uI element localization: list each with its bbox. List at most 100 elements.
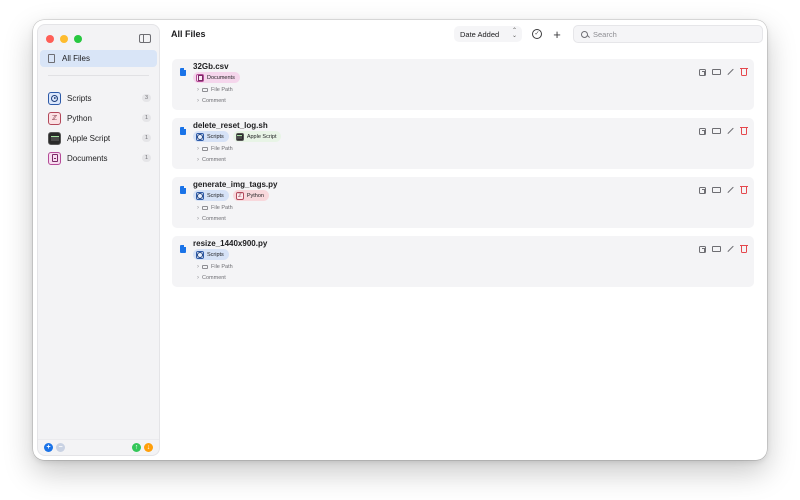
- count-badge: 3: [141, 94, 151, 102]
- search-icon: [581, 30, 588, 38]
- comment-label: Comment: [202, 98, 226, 104]
- documents-icon: [48, 151, 61, 165]
- tag-label: Apple Script: [246, 133, 277, 140]
- chevron-right-icon: ›: [197, 157, 199, 163]
- tag-label: Python: [246, 192, 264, 199]
- minimize-window-button[interactable]: [60, 35, 68, 43]
- file-actions: [699, 244, 748, 253]
- sort-dropdown[interactable]: Date Added ⌃ ⌄: [454, 26, 522, 42]
- comment-label: Comment: [202, 216, 226, 222]
- sidebar-item-label: Documents: [67, 153, 108, 163]
- folder-icon: [202, 146, 208, 152]
- file-path-disclosure[interactable]: › File Path: [197, 146, 233, 152]
- comment-disclosure[interactable]: › Comment: [197, 157, 226, 163]
- file-path-label: File Path: [211, 87, 233, 93]
- tag-row: Documents: [193, 72, 240, 83]
- file-card[interactable]: delete_reset_log.sh Scripts Apple Script…: [172, 118, 754, 169]
- reveal-folder-icon[interactable]: [712, 186, 721, 194]
- file-name: resize_1440x900.py: [193, 239, 268, 248]
- tag-row: Scripts ℤ Python: [193, 190, 269, 201]
- window-controls: [46, 35, 82, 43]
- tag-apple-script[interactable]: Apple Script: [232, 131, 282, 142]
- reveal-folder-icon[interactable]: [712, 68, 721, 76]
- scripts-icon: [48, 91, 61, 105]
- file-path-disclosure[interactable]: › File Path: [197, 205, 233, 211]
- file-path-disclosure[interactable]: › File Path: [197, 264, 233, 270]
- scripts-icon: [196, 250, 204, 259]
- sidebar-item-label: Scripts: [67, 93, 92, 103]
- trash-icon[interactable]: [740, 244, 748, 253]
- document-icon: [180, 186, 186, 194]
- upload-button[interactable]: ↑: [132, 443, 141, 452]
- trash-icon[interactable]: [740, 67, 748, 76]
- reveal-folder-icon[interactable]: [712, 127, 721, 135]
- sidebar-footer: + − ↑ ↓: [38, 439, 159, 455]
- page-title: All Files: [171, 29, 206, 39]
- up-down-chevron-icon: ⌃ ⌄: [511, 28, 517, 39]
- edit-pencil-icon[interactable]: [727, 68, 735, 76]
- close-window-button[interactable]: [46, 35, 54, 43]
- files-icon: [48, 54, 55, 63]
- sidebar-item-scripts[interactable]: Scripts 3: [40, 88, 157, 108]
- open-external-icon[interactable]: [699, 186, 706, 194]
- reveal-folder-icon[interactable]: [712, 245, 721, 253]
- sidebar: All Files Scripts 3 ℤ Python 1 Apple Scr…: [37, 24, 160, 456]
- tag-scripts[interactable]: Scripts: [193, 249, 229, 260]
- sort-dropdown-label: Date Added: [460, 29, 500, 39]
- tag-documents[interactable]: Documents: [193, 72, 240, 83]
- file-card[interactable]: resize_1440x900.py Scripts › File Path ›…: [172, 236, 754, 287]
- sidebar-toggle-icon[interactable]: [139, 34, 151, 43]
- comment-disclosure[interactable]: › Comment: [197, 275, 226, 281]
- search-field[interactable]: [573, 25, 763, 43]
- tag-scripts[interactable]: Scripts: [193, 190, 229, 201]
- tag-label: Documents: [207, 74, 235, 81]
- file-card[interactable]: 32Gb.csv Documents › File Path › Comment: [172, 59, 754, 110]
- python-icon: ℤ: [235, 191, 244, 200]
- sidebar-item-label: All Files: [62, 54, 91, 63]
- open-external-icon[interactable]: [699, 245, 706, 253]
- file-path-label: File Path: [211, 205, 233, 211]
- open-external-icon[interactable]: [699, 68, 706, 76]
- zoom-window-button[interactable]: [74, 35, 82, 43]
- comment-disclosure[interactable]: › Comment: [197, 216, 226, 222]
- folder-icon: [202, 205, 208, 211]
- open-external-icon[interactable]: [699, 127, 706, 135]
- tag-label: Scripts: [207, 192, 224, 199]
- comment-label: Comment: [202, 275, 226, 281]
- tag-row: Scripts Apple Script: [193, 131, 282, 142]
- tag-scripts[interactable]: Scripts: [193, 131, 229, 142]
- sidebar-item-python[interactable]: ℤ Python 1: [40, 108, 157, 128]
- folder-icon: [202, 264, 208, 270]
- file-path-label: File Path: [211, 264, 233, 270]
- document-icon: [180, 68, 186, 76]
- documents-icon: [196, 73, 204, 82]
- tag-row: Scripts: [193, 249, 229, 260]
- count-badge: 1: [141, 134, 151, 142]
- file-actions: [699, 67, 748, 76]
- sidebar-item-all-files[interactable]: All Files: [40, 50, 157, 67]
- add-file-button[interactable]: +: [549, 26, 565, 42]
- apple-script-icon: [48, 131, 61, 145]
- edit-pencil-icon[interactable]: [727, 186, 735, 194]
- sidebar-item-documents[interactable]: Documents 1: [40, 148, 157, 168]
- search-input[interactable]: [593, 29, 753, 39]
- chevron-right-icon: ›: [197, 216, 199, 222]
- trash-icon[interactable]: [740, 185, 748, 194]
- tag-python[interactable]: ℤ Python: [232, 190, 269, 201]
- select-mode-button[interactable]: ✓: [529, 26, 545, 42]
- remove-category-button[interactable]: −: [56, 443, 65, 452]
- add-category-button[interactable]: +: [44, 443, 53, 452]
- file-card[interactable]: generate_img_tags.py Scripts ℤ Python › …: [172, 177, 754, 228]
- trash-icon[interactable]: [740, 126, 748, 135]
- sidebar-item-apple-script[interactable]: Apple Script 1: [40, 128, 157, 148]
- download-button[interactable]: ↓: [144, 443, 153, 452]
- edit-pencil-icon[interactable]: [727, 245, 735, 253]
- comment-disclosure[interactable]: › Comment: [197, 98, 226, 104]
- file-actions: [699, 126, 748, 135]
- scripts-icon: [196, 132, 204, 141]
- file-path-disclosure[interactable]: › File Path: [197, 87, 233, 93]
- edit-pencil-icon[interactable]: [727, 127, 735, 135]
- file-name: delete_reset_log.sh: [193, 121, 268, 130]
- sidebar-item-label: Python: [67, 113, 92, 123]
- file-name: generate_img_tags.py: [193, 180, 278, 189]
